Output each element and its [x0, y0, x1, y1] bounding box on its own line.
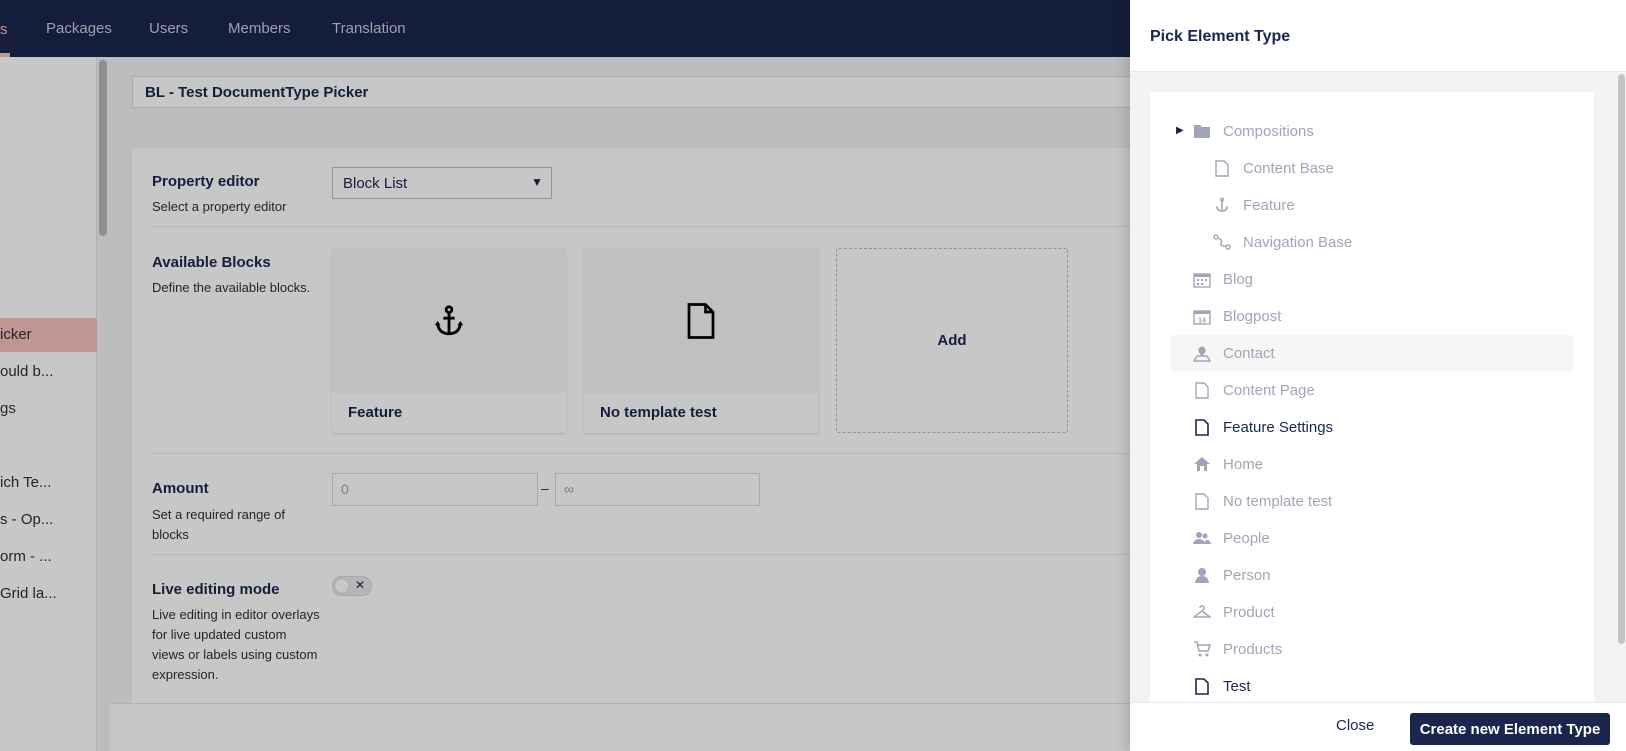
tree-item-label: Feature Settings [1223, 418, 1334, 436]
dialog-header: Pick Element Type [1130, 0, 1626, 72]
tree-item-people[interactable]: People [1170, 520, 1574, 556]
tree-item-feature[interactable]: Feature [1170, 187, 1574, 223]
tree-item-label: Blog [1223, 270, 1254, 288]
users-icon [1192, 528, 1212, 548]
close-button[interactable]: Close [1336, 717, 1374, 734]
modal-backdrop[interactable] [0, 0, 1130, 751]
tree-item-content-base[interactable]: Content Base [1170, 150, 1574, 186]
anchor-icon [1212, 195, 1232, 215]
tree-item-label: Home [1223, 455, 1264, 473]
tree-item-label: Product [1223, 603, 1275, 621]
tree-item-label: Test [1223, 677, 1251, 695]
calendar-icon [1192, 269, 1212, 289]
expand-caret-icon[interactable]: ▶ [1176, 125, 1184, 136]
tree-item-no-template-test[interactable]: No template test [1170, 483, 1574, 519]
tree-item-label: Navigation Base [1243, 233, 1353, 251]
tree-item-label: Contact [1223, 344, 1275, 362]
pick-element-type-dialog: Pick Element Type ▶ Compositions Content… [1130, 0, 1626, 751]
dialog-scrollbar[interactable] [1618, 74, 1625, 644]
hanger-icon [1192, 602, 1212, 622]
document-icon [1192, 417, 1212, 437]
cart-icon [1192, 639, 1212, 659]
document-icon [1192, 491, 1212, 511]
tree-item-label: People [1223, 529, 1270, 547]
route-icon [1212, 232, 1232, 252]
document-icon [1192, 380, 1212, 400]
tree-item-content-page[interactable]: Content Page [1170, 372, 1574, 408]
tree-item-label: Content Page [1223, 381, 1315, 399]
document-icon [1192, 676, 1212, 696]
tree-item-label: Content Base [1243, 159, 1334, 177]
tree-item-label: Blogpost [1223, 307, 1282, 325]
tree-item-label: Feature [1243, 196, 1295, 214]
user-icon [1192, 565, 1212, 585]
dialog-title: Pick Element Type [1150, 28, 1291, 45]
create-new-element-type-button[interactable]: Create new Element Type [1410, 713, 1610, 745]
tree-item-label: Products [1223, 640, 1283, 658]
tree-item-products[interactable]: Products [1170, 631, 1574, 667]
tree-item-label: Compositions [1223, 122, 1314, 140]
tree-item-compositions[interactable]: ▶ Compositions [1170, 113, 1574, 149]
tree-item-product[interactable]: Product [1170, 594, 1574, 630]
folder-icon [1192, 121, 1212, 141]
dialog-footer: Close Create new Element Type [1130, 702, 1626, 751]
tree-item-blogpost[interactable]: 14 Blogpost [1170, 298, 1574, 334]
tree-item-label: Person [1223, 566, 1271, 584]
element-type-tree: ▶ Compositions Content Base Feature Navi… [1150, 92, 1594, 702]
tree-item-test[interactable]: Test [1170, 668, 1574, 702]
map-pin-user-icon [1192, 343, 1212, 363]
tree-item-person[interactable]: Person [1170, 557, 1574, 593]
calendar-14-icon: 14 [1192, 306, 1212, 326]
document-icon [1212, 158, 1232, 178]
tree-item-home[interactable]: Home [1170, 446, 1574, 482]
tree-item-feature-settings[interactable]: Feature Settings [1170, 409, 1574, 445]
tree-item-blog[interactable]: Blog [1170, 261, 1574, 297]
home-icon [1192, 454, 1212, 474]
tree-item-navigation-base[interactable]: Navigation Base [1170, 224, 1574, 260]
calendar-day: 14 [1198, 317, 1206, 324]
tree-item-contact[interactable]: Contact [1170, 335, 1574, 371]
tree-item-label: No template test [1223, 492, 1333, 510]
